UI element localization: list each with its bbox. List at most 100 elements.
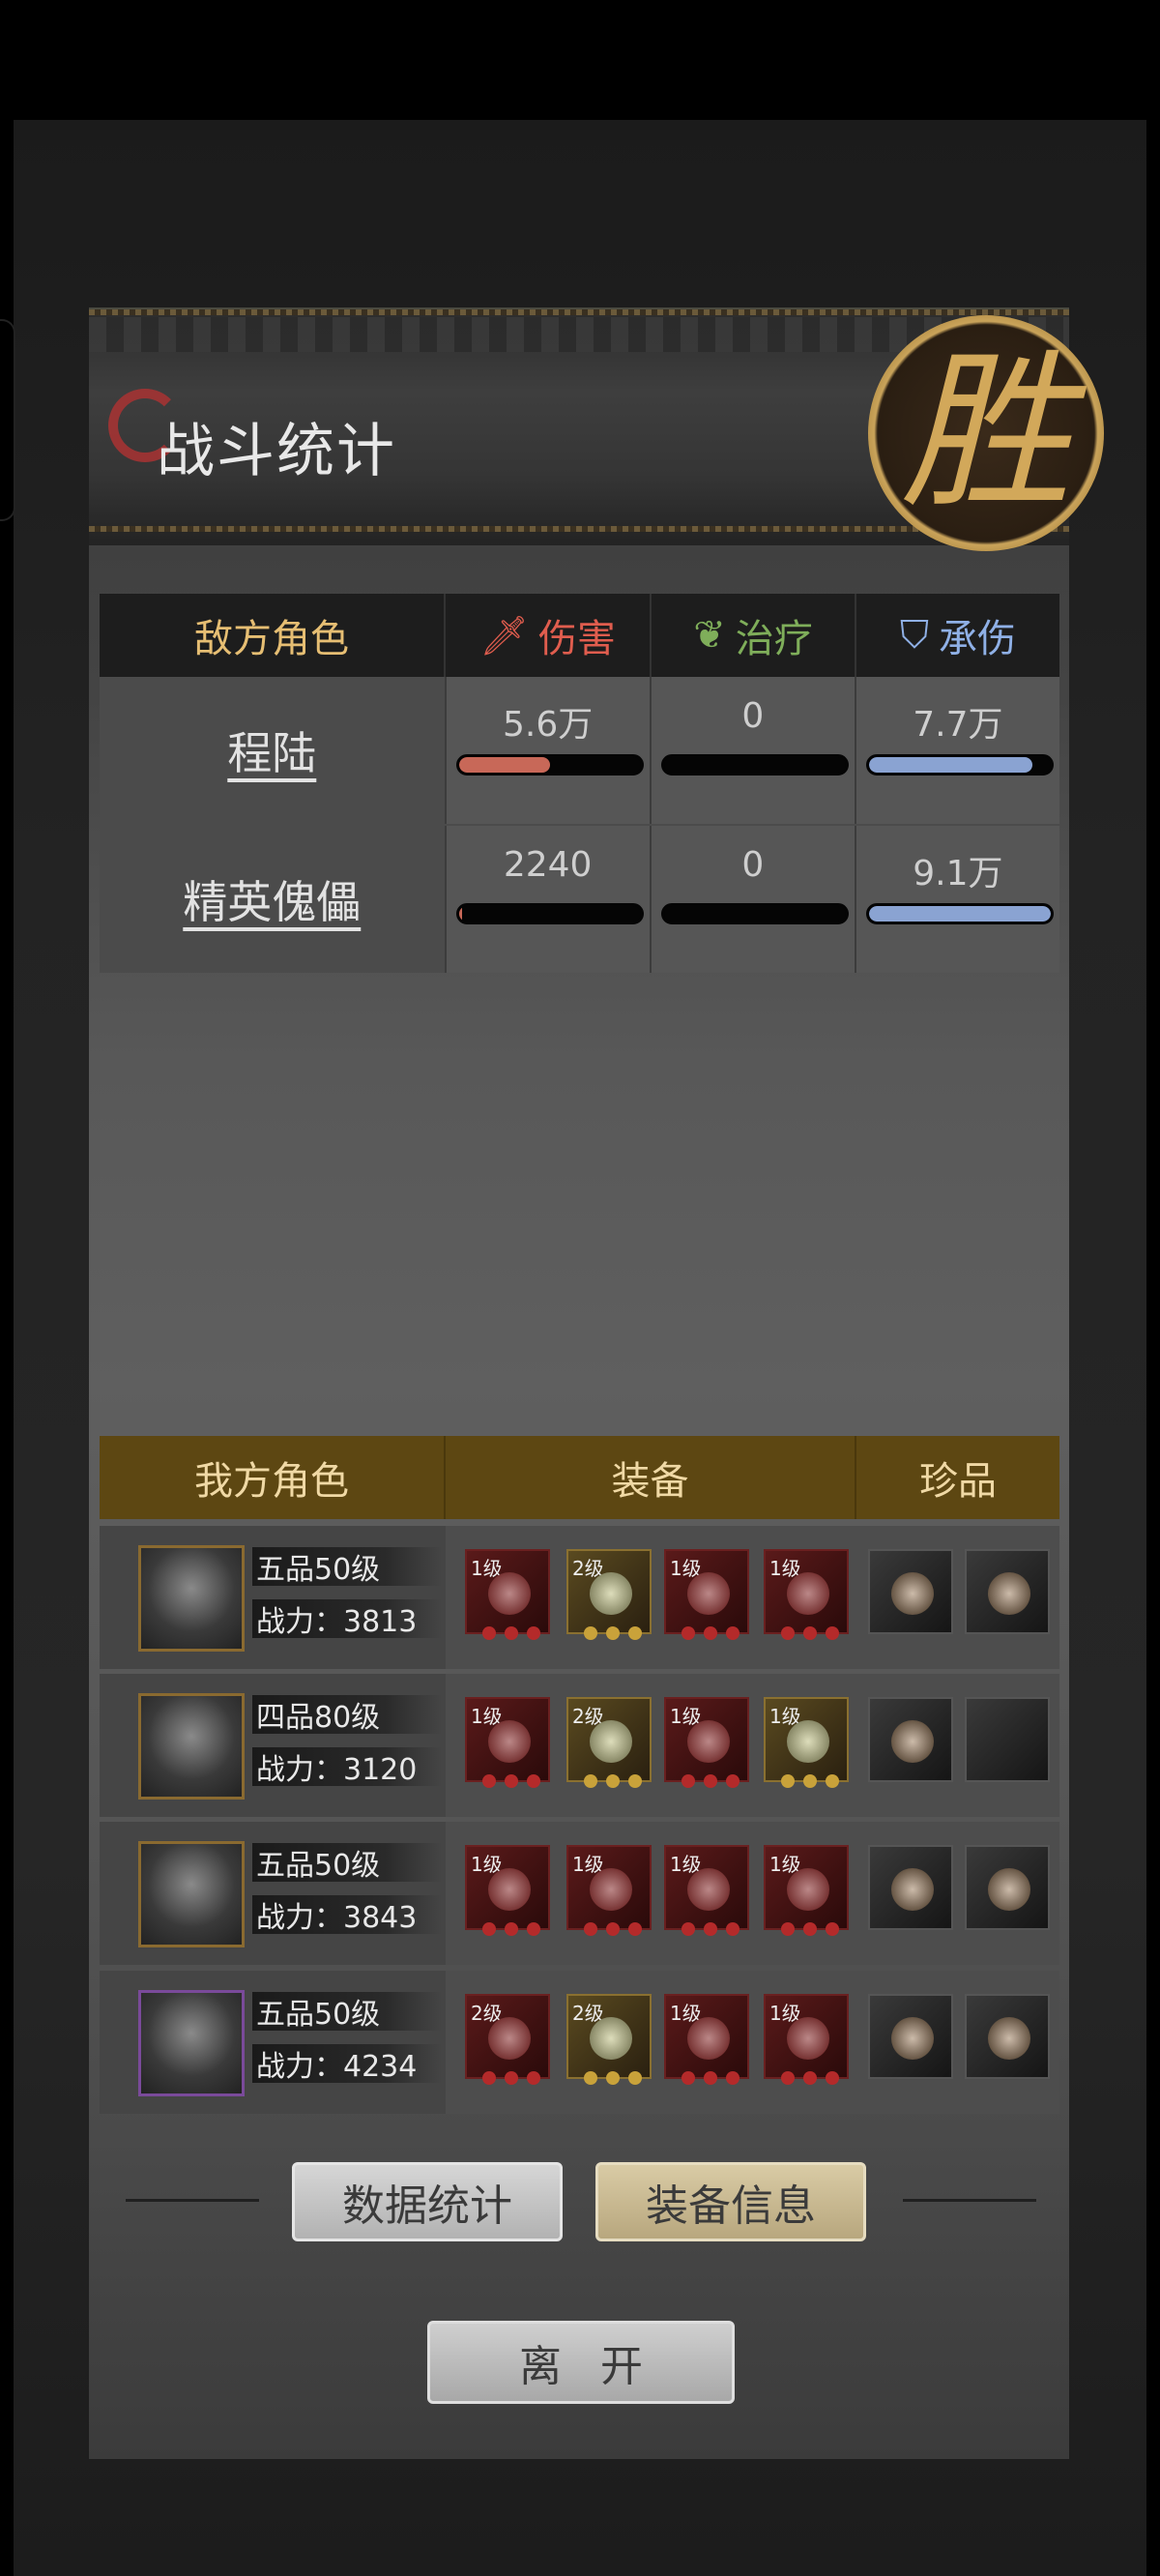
ally-items: 1级 2级 1级 1级 (446, 1674, 1059, 1817)
data-stats-button[interactable]: 数据统计 (292, 2162, 563, 2241)
item-icon (687, 1720, 730, 1763)
enemy-row: 精英傀儡 2240 0 9.1万 (100, 826, 1059, 973)
item-icon (488, 1720, 531, 1763)
equipment-info-button[interactable]: 装备信息 (595, 2162, 866, 2241)
hero-portrait[interactable] (138, 1693, 245, 1800)
item-icon (988, 2017, 1030, 2060)
item-icon (590, 1572, 632, 1615)
equipment-slot[interactable]: 1级 (664, 1845, 749, 1936)
treasure-slot[interactable] (965, 1845, 1050, 1930)
ally-items: 1级 2级 1级 1级 (446, 1526, 1059, 1669)
hero-power: 战力：3843 (256, 1901, 418, 1935)
equipment-slot[interactable]: 1级 (664, 1697, 749, 1788)
treasure-slot[interactable] (868, 1845, 953, 1930)
equipment-slot[interactable]: 2级 (566, 1994, 652, 2085)
taken-header-label: 承伤 (939, 617, 1016, 661)
shield-icon: ⛉ (900, 613, 929, 658)
heal-bar (660, 903, 849, 924)
treasure-slot[interactable] (965, 1549, 1050, 1634)
item-icon (787, 2017, 829, 2060)
taken-header: ⛉ 承伤 (856, 594, 1059, 677)
equipment-slot[interactable]: 2级 (566, 1697, 652, 1788)
taken-cell: 7.7万 (854, 677, 1059, 824)
star-dots (584, 1626, 642, 1640)
damage-header-label: 伤害 (537, 617, 616, 661)
equipment-slot[interactable]: 1级 (465, 1697, 550, 1788)
equipment-slot[interactable]: 1级 (664, 1549, 749, 1640)
item-icon (891, 1868, 934, 1911)
equipment-slot[interactable]: 1级 (764, 1994, 849, 2085)
hero-power: 战力：4234 (256, 2050, 418, 2084)
treasure-slot[interactable] (965, 1994, 1050, 2079)
hero-power: 战力：3120 (256, 1753, 418, 1787)
taken-bar-fill (868, 906, 1051, 922)
item-icon (891, 1572, 934, 1615)
item-icon (787, 1868, 829, 1911)
equipment-slot[interactable]: 1级 (566, 1845, 652, 1936)
item-icon (488, 1572, 531, 1615)
hero-rank: 五品50级 (256, 1849, 381, 1883)
damage-bar (455, 754, 644, 776)
victory-seal-text: 胜 (900, 334, 1071, 532)
item-icon (590, 2017, 632, 2060)
leaf-icon: ❦ (693, 613, 726, 658)
star-dots (682, 1626, 740, 1640)
equipment-slot[interactable]: 2级 (566, 1549, 652, 1640)
leave-button[interactable]: 离开 (427, 2321, 735, 2404)
equipment-slot[interactable]: 1级 (664, 1994, 749, 2085)
equipment-slot[interactable]: 1级 (764, 1845, 849, 1936)
enemy-row: 程陆 5.6万 0 7.7万 (100, 677, 1059, 824)
star-dots (584, 1922, 642, 1936)
item-icon (891, 1720, 934, 1763)
taken-bar-fill (868, 757, 1033, 773)
heal-bar (660, 754, 849, 776)
ally-row: 四品80级 战力：3120 1级 2级 1级 1级 (100, 1674, 1059, 1817)
item-icon (488, 2017, 531, 2060)
equipment-header: 装备 (446, 1436, 856, 1519)
ally-row: 五品50级 战力：3813 1级 2级 1级 1级 (100, 1526, 1059, 1669)
taken-cell: 9.1万 (854, 826, 1059, 973)
damage-bar-fill (458, 906, 463, 922)
ally-row: 五品50级 战力：3843 1级 1级 1级 1级 (100, 1822, 1059, 1965)
ally-row: 五品50级 战力：4234 2级 2级 1级 1级 (100, 1971, 1059, 2114)
ally-info: 五品50级战力：3843 (100, 1822, 446, 1965)
item-icon (488, 1868, 531, 1911)
star-dots (482, 1774, 540, 1788)
heal-cell: 0 (649, 677, 855, 824)
equipment-slot[interactable]: 2级 (465, 1994, 550, 2085)
heal-value: 0 (741, 696, 765, 736)
star-dots (781, 1922, 839, 1936)
hero-portrait[interactable] (138, 1545, 245, 1652)
side-edge (0, 319, 15, 521)
equipment-slot[interactable]: 1级 (764, 1549, 849, 1640)
taken-bar (865, 903, 1054, 924)
item-icon (787, 1572, 829, 1615)
treasure-slot[interactable] (868, 1994, 953, 2079)
hero-portrait[interactable] (138, 1841, 245, 1947)
hero-portrait[interactable] (138, 1990, 245, 2096)
equipment-slot[interactable]: 1级 (465, 1845, 550, 1936)
damage-bar-fill (458, 757, 550, 773)
damage-value: 5.6万 (503, 705, 594, 745)
treasure-slot[interactable] (868, 1697, 953, 1782)
star-dots (781, 1626, 839, 1640)
treasure-slot[interactable] (868, 1549, 953, 1634)
equipment-slot[interactable]: 1级 (465, 1549, 550, 1640)
damage-cell: 2240 (444, 826, 650, 973)
ally-items: 2级 2级 1级 1级 (446, 1971, 1059, 2114)
heal-header: ❦ 治疗 (652, 594, 856, 677)
enemy-name-link[interactable]: 精英傀儡 (100, 826, 445, 973)
enemy-name-link[interactable]: 程陆 (100, 677, 445, 824)
item-icon (988, 1572, 1030, 1615)
equipment-slot[interactable]: 1级 (764, 1697, 849, 1788)
ally-items: 1级 1级 1级 1级 (446, 1822, 1059, 1965)
damage-cell: 5.6万 (444, 677, 650, 824)
sword-icon: 🗡 (479, 613, 529, 659)
item-icon (687, 1868, 730, 1911)
ally-table-header: 我方角色 装备 珍品 (100, 1436, 1059, 1519)
treasure-slot[interactable] (965, 1697, 1050, 1782)
heal-header-label: 治疗 (735, 617, 813, 661)
heal-value: 0 (741, 845, 765, 885)
taken-bar (865, 754, 1054, 776)
item-icon (787, 1720, 829, 1763)
